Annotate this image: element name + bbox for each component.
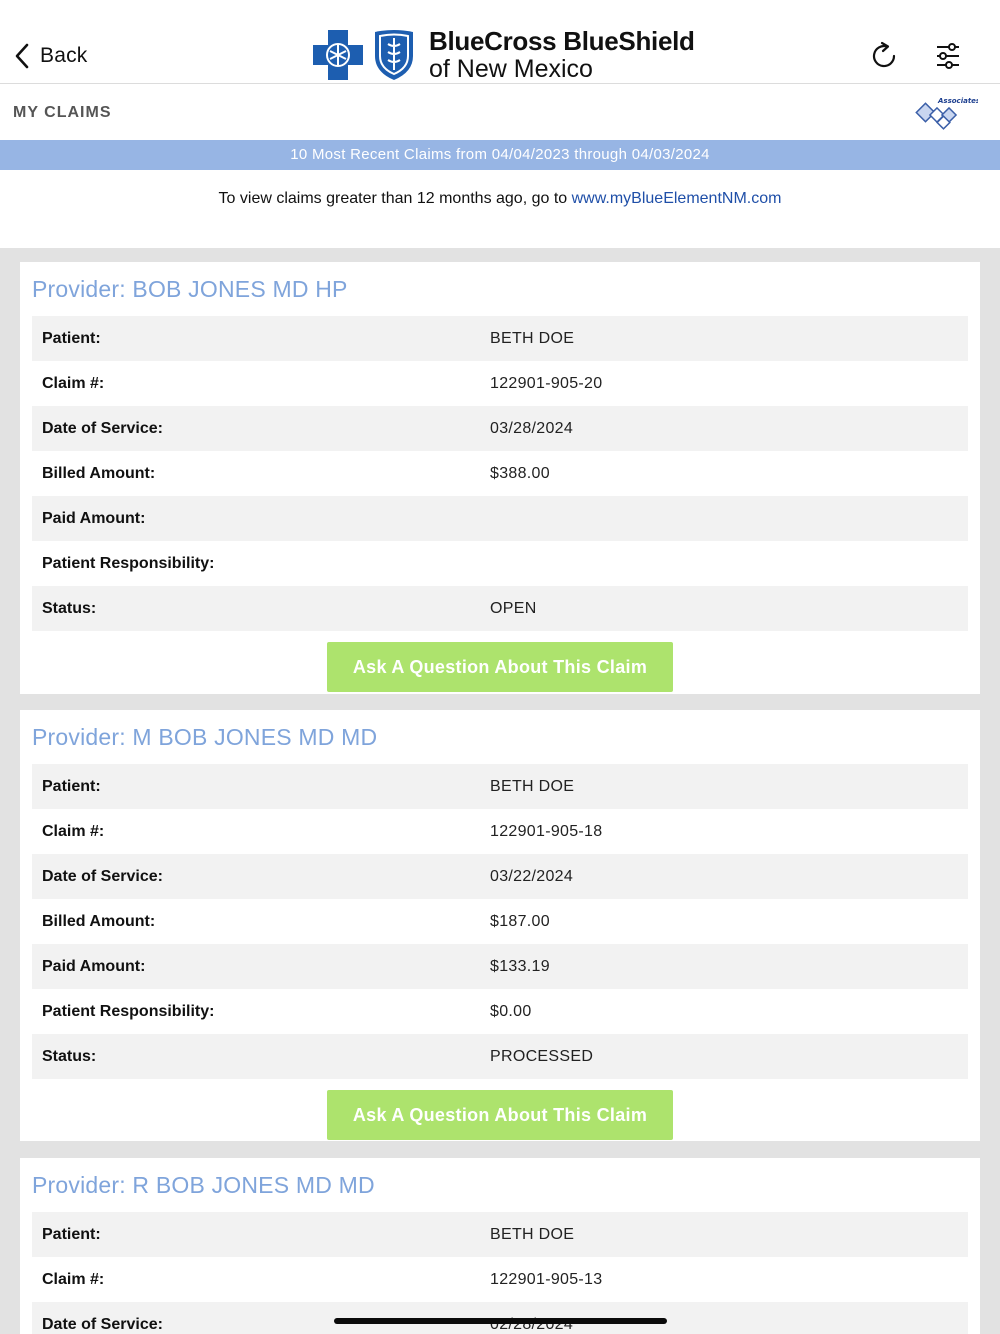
bcbs-cross-icon — [313, 30, 363, 80]
patient-label: Patient: — [42, 329, 101, 347]
claim-number-value: 122901-905-20 — [490, 374, 603, 392]
sliders-icon[interactable] — [932, 40, 964, 72]
date-of-service-label: Date of Service: — [42, 867, 163, 885]
claim-row-status: Status: PROCESSED — [32, 1034, 968, 1079]
paid-amount-value: $133.19 — [490, 957, 550, 975]
status-value: OPEN — [490, 599, 537, 617]
patient-label: Patient: — [42, 1225, 101, 1243]
paid-amount-label: Paid Amount: — [42, 509, 146, 527]
claim-number-label: Claim #: — [42, 374, 105, 392]
blue-element-link[interactable]: www.myBlueElementNM.com — [572, 190, 782, 207]
back-button[interactable]: Back — [12, 38, 88, 74]
refresh-icon[interactable] — [868, 40, 900, 72]
billed-amount-label: Billed Amount: — [42, 464, 156, 482]
claim-details: Patient: BETH DOE Claim #: 122901-905-20… — [32, 316, 968, 631]
billed-amount-value: $187.00 — [490, 912, 550, 930]
claim-details: Patient: BETH DOE Claim #: 122901-905-18… — [32, 764, 968, 1079]
bcbs-shield-icon — [375, 30, 413, 80]
status-label: Status: — [42, 599, 97, 617]
provider-name: Provider: M BOB JONES MD MD — [32, 724, 378, 750]
claim-row-number: Claim #: 122901-905-18 — [32, 809, 968, 854]
chevron-left-icon — [15, 43, 29, 69]
claim-row-number: Claim #: 122901-905-13 — [32, 1257, 968, 1302]
paid-amount-label: Paid Amount: — [42, 957, 146, 975]
older-claims-notice: To view claims greater than 12 months ag… — [0, 170, 1000, 248]
patient-responsibility-value: $0.00 — [490, 1002, 532, 1020]
provider-name: Provider: R BOB JONES MD MD — [32, 1172, 375, 1198]
status-label: Status: — [42, 1047, 97, 1065]
associates-logo-icon: Associates — [915, 97, 978, 130]
back-label: Back — [40, 44, 88, 67]
provider-name: Provider: BOB JONES MD HP — [32, 276, 348, 302]
claim-row-paid: Paid Amount: — [32, 496, 968, 541]
status-value: PROCESSED — [490, 1047, 594, 1065]
patient-value: BETH DOE — [490, 329, 575, 347]
claims-list[interactable]: Provider: BOB JONES MD HP Patient: BETH … — [0, 248, 1000, 1334]
bcbs-logo: BlueCross BlueShield of New Mexico — [311, 28, 695, 82]
claim-row-status: Status: OPEN — [32, 586, 968, 631]
claim-number-value: 122901-905-18 — [490, 822, 603, 840]
logo-title: BlueCross BlueShield — [429, 26, 695, 56]
claim-number-value: 122901-905-13 — [490, 1270, 603, 1288]
top-navigation-bar: Back BlueCross BlueShield of New Mexico — [0, 0, 1000, 84]
claim-card: Provider: BOB JONES MD HP Patient: BETH … — [20, 262, 980, 694]
claim-row-billed: Billed Amount: $388.00 — [32, 451, 968, 496]
date-range-banner: 10 Most Recent Claims from 04/04/2023 th… — [0, 140, 1000, 170]
patient-label: Patient: — [42, 777, 101, 795]
claim-card: Provider: R BOB JONES MD MD Patient: BET… — [20, 1158, 980, 1334]
patient-value: BETH DOE — [490, 1225, 575, 1243]
date-of-service-value: 03/22/2024 — [490, 867, 574, 885]
claim-row-patient: Patient: BETH DOE — [32, 1212, 968, 1257]
date-of-service-label: Date of Service: — [42, 419, 163, 437]
patient-value: BETH DOE — [490, 777, 575, 795]
claim-number-label: Claim #: — [42, 1270, 105, 1288]
claim-row-patient: Patient: BETH DOE — [32, 316, 968, 361]
claim-row-responsibility: Patient Responsibility: — [32, 541, 968, 586]
notice-text: To view claims greater than 12 months ag… — [218, 190, 572, 207]
claim-card: Provider: M BOB JONES MD MD Patient: BET… — [20, 710, 980, 1141]
patient-responsibility-label: Patient Responsibility: — [42, 554, 215, 572]
claim-row-number: Claim #: 122901-905-20 — [32, 361, 968, 406]
home-indicator[interactable] — [334, 1318, 667, 1324]
claim-row-billed: Billed Amount: $187.00 — [32, 899, 968, 944]
claim-number-label: Claim #: — [42, 822, 105, 840]
claim-row-date: Date of Service: 03/28/2024 — [32, 406, 968, 451]
billed-amount-value: $388.00 — [490, 464, 550, 482]
billed-amount-label: Billed Amount: — [42, 912, 156, 930]
page-header: MY CLAIMS Associates — [0, 85, 1000, 140]
patient-responsibility-label: Patient Responsibility: — [42, 1002, 215, 1020]
ask-question-button[interactable]: Ask A Question About This Claim — [327, 642, 673, 692]
claim-row-date: Date of Service: 03/22/2024 — [32, 854, 968, 899]
claim-row-responsibility: Patient Responsibility: $0.00 — [32, 989, 968, 1034]
associates-logo-text: Associates — [937, 97, 978, 105]
page-title: MY CLAIMS — [13, 104, 112, 121]
date-of-service-value: 03/28/2024 — [490, 419, 574, 437]
claim-row-patient: Patient: BETH DOE — [32, 764, 968, 809]
logo-subtitle: of New Mexico — [429, 55, 593, 83]
ask-question-button[interactable]: Ask A Question About This Claim — [327, 1090, 673, 1140]
claim-row-paid: Paid Amount: $133.19 — [32, 944, 968, 989]
claim-details: Patient: BETH DOE Claim #: 122901-905-13… — [32, 1212, 968, 1334]
